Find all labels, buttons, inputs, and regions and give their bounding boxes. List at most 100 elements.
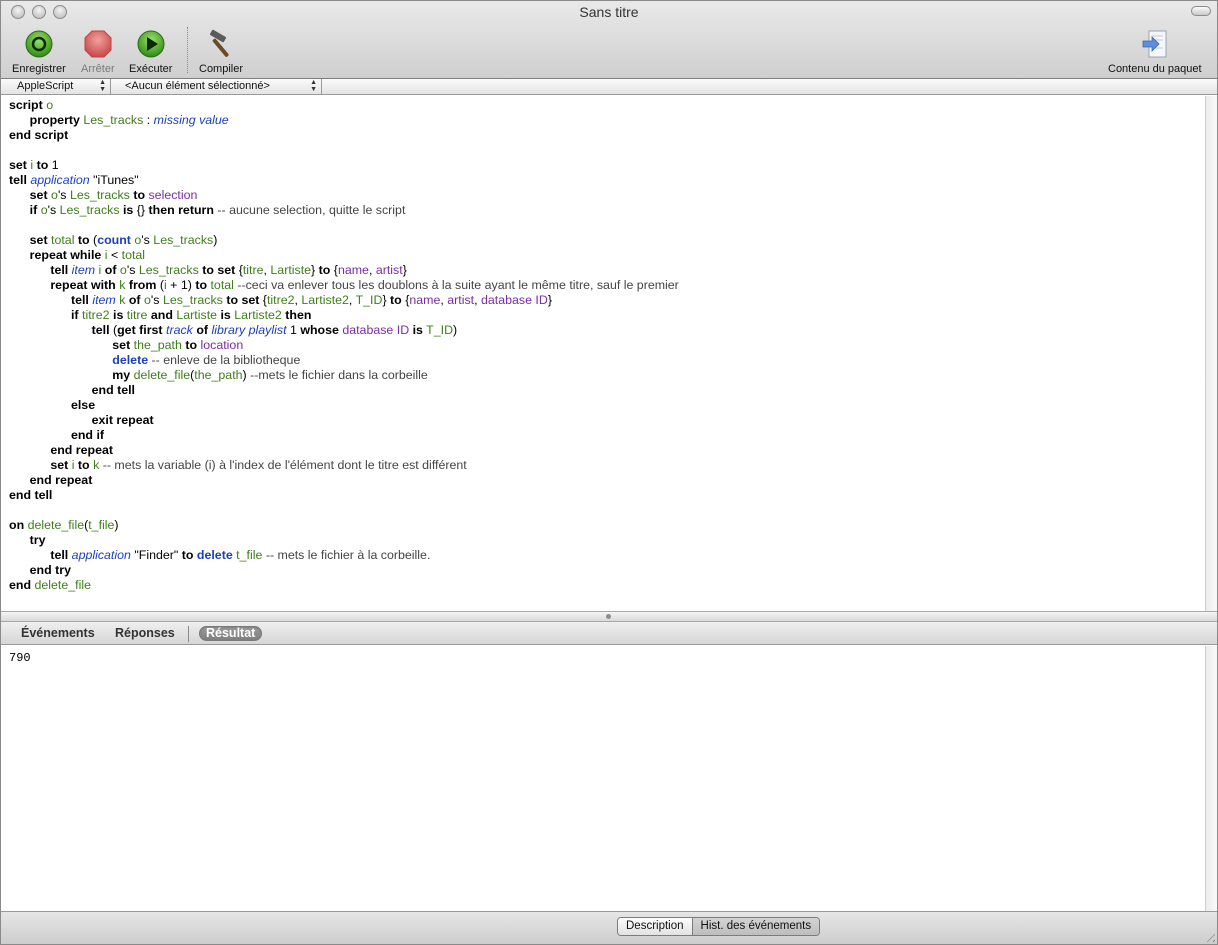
code-token: end repeat: [50, 443, 113, 457]
code-token: Les_tracks: [153, 233, 214, 247]
code-token: Les_tracks: [69, 188, 130, 202]
split-view-divider[interactable]: [1, 611, 1217, 622]
code-token: + 1): [166, 278, 196, 292]
code-token: ,: [474, 293, 481, 307]
code-line: on delete_file(t_file): [9, 518, 1205, 533]
code-line: exit repeat: [9, 413, 1205, 428]
code-line: end tell: [9, 488, 1205, 503]
window-title: Sans titre: [579, 4, 639, 20]
code-line: repeat with k from (i + 1) to total --ce…: [9, 278, 1205, 293]
code-token: from: [128, 278, 157, 292]
code-token: of: [128, 293, 141, 307]
code-token: "iTunes": [93, 173, 139, 187]
code-token: }: [382, 293, 391, 307]
code-token: on: [9, 518, 25, 532]
code-token: to: [195, 278, 208, 292]
bundle-contents-label: Contenu du paquet: [1108, 63, 1202, 75]
code-token: }: [311, 263, 319, 277]
bottom-bar: Description Hist. des événements: [1, 911, 1217, 944]
code-token: titre: [242, 263, 264, 277]
code-token: get first: [117, 323, 163, 337]
element-popup[interactable]: <Aucun élément sélectionné> ▲ ▼: [111, 79, 322, 94]
code-token: end: [9, 578, 32, 592]
code-line: try: [9, 533, 1205, 548]
code-token: tell: [9, 173, 27, 187]
stop-button[interactable]: Arrêter: [81, 29, 115, 75]
code-token: location: [200, 338, 244, 352]
code-token: Les_tracks: [162, 293, 223, 307]
event-history-button[interactable]: Hist. des événements: [691, 918, 820, 935]
code-token: titre2: [82, 308, 110, 322]
code-line: set total to (count o's Les_tracks): [9, 233, 1205, 248]
toolbar: Sans titre Enregistrer Arrêter Exécuter …: [1, 1, 1217, 79]
code-token: 's: [126, 263, 139, 277]
code-token: :: [143, 113, 154, 127]
editor-scrollbar[interactable]: [1205, 96, 1217, 611]
code-token: exit repeat: [91, 413, 154, 427]
code-line: set i to 1: [9, 158, 1205, 173]
bundle-contents-button[interactable]: Contenu du paquet: [1108, 29, 1202, 75]
code-token: set: [29, 188, 48, 202]
tab-result[interactable]: Résultat: [199, 626, 263, 641]
code-line: repeat while i < total: [9, 248, 1205, 263]
code-token: try: [29, 533, 46, 547]
code-token: t_file: [236, 548, 263, 562]
toolbar-toggle-button[interactable]: [1191, 6, 1211, 16]
code-token: tell: [50, 263, 69, 277]
record-label: Enregistrer: [12, 63, 66, 75]
code-token: selection: [148, 188, 198, 202]
record-button[interactable]: Enregistrer: [12, 29, 66, 75]
code-token: 1: [51, 158, 59, 172]
code-line: end repeat: [9, 443, 1205, 458]
code-token: count: [97, 233, 131, 247]
language-popup[interactable]: AppleScript ▲ ▼: [3, 79, 111, 94]
code-token: return: [178, 203, 214, 217]
code-token: o: [40, 203, 48, 217]
code-token: Lartiste: [176, 308, 218, 322]
code-line: end if: [9, 428, 1205, 443]
code-line: if titre2 is titre and Lartiste is Larti…: [9, 308, 1205, 323]
code-token: database ID: [480, 293, 548, 307]
code-token: set: [29, 233, 48, 247]
code-token: {: [330, 263, 338, 277]
code-token: 1: [286, 323, 301, 337]
code-token: is: [113, 308, 124, 322]
code-token: t_file: [88, 518, 115, 532]
run-icon: [137, 30, 165, 58]
description-button[interactable]: Description: [618, 918, 692, 935]
result-scrollbar[interactable]: [1205, 646, 1217, 911]
compile-button[interactable]: Compiler: [199, 29, 243, 75]
result-pane[interactable]: 790: [1, 646, 1205, 911]
code-token: total: [121, 248, 146, 262]
language-popup-value: AppleScript: [17, 80, 74, 92]
code-token: T_ID: [355, 293, 383, 307]
resize-grip-icon[interactable]: [1203, 930, 1215, 942]
code-token: delete_file: [34, 578, 91, 592]
code-token: {: [235, 263, 243, 277]
tab-replies[interactable]: Réponses: [115, 626, 175, 641]
record-icon: [25, 30, 53, 58]
bundle-contents-icon: [1142, 30, 1167, 58]
code-token: application: [71, 548, 131, 562]
code-token: tell: [91, 323, 110, 337]
code-token: (: [109, 323, 118, 337]
script-editor[interactable]: script o property Les_tracks : missing v…: [1, 96, 1205, 611]
code-token: o: [144, 293, 151, 307]
code-token: Lartiste2: [234, 308, 282, 322]
code-token: delete_file: [27, 518, 85, 532]
code-token: ,: [348, 293, 356, 307]
code-token: titre2: [266, 293, 295, 307]
code-token: set: [50, 458, 69, 472]
code-token: end repeat: [29, 473, 93, 487]
run-button[interactable]: Exécuter: [129, 29, 172, 75]
tab-events[interactable]: Événements: [21, 626, 95, 641]
code-line: if o's Les_tracks is {} then return -- a…: [9, 203, 1205, 218]
